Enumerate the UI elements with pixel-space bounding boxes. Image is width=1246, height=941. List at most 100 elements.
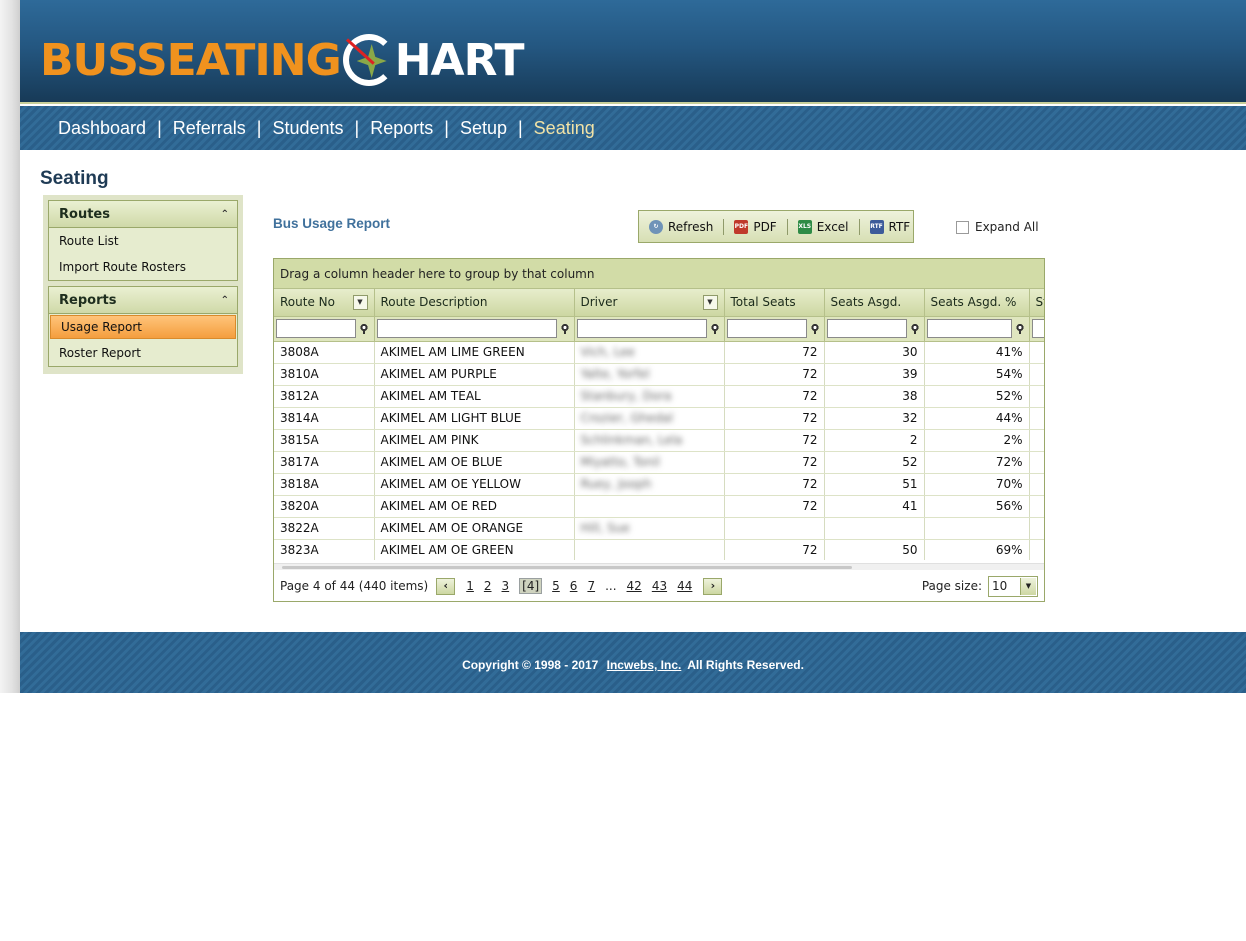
column-header-seats-asgd-pct[interactable]: Seats Asgd. % xyxy=(924,289,1030,317)
cell-st xyxy=(1029,363,1044,386)
cell-driver: Ruey, Jooph xyxy=(574,473,725,496)
nav-setup[interactable]: Setup xyxy=(460,118,507,139)
cell-total-seats: 72 xyxy=(724,495,825,518)
cell-st xyxy=(1029,495,1044,518)
pdf-button[interactable]: PDF PDF xyxy=(734,219,777,234)
chevron-down-icon[interactable]: ▼ xyxy=(1020,577,1036,595)
sidebar-item-import-route-rosters[interactable]: Import Route Rosters xyxy=(49,254,237,280)
cell-seats-asgd: 41 xyxy=(824,495,925,518)
excel-button[interactable]: XLS Excel xyxy=(797,219,849,234)
filter-icon[interactable] xyxy=(810,323,819,334)
cell-seats-asgd: 39 xyxy=(824,363,925,386)
sidebar-item-route-list[interactable]: Route List xyxy=(49,228,237,254)
prev-page-button[interactable]: ‹ xyxy=(436,577,456,595)
driver-name: Stanbury, Dora xyxy=(580,389,672,403)
page-link[interactable]: 2 xyxy=(484,579,492,593)
cell-driver: Miyatto, Tonil xyxy=(574,451,725,474)
cell-route-description: AKIMEL AM OE RED xyxy=(374,495,575,518)
filter-input-st[interactable] xyxy=(1031,319,1044,338)
cell-seats-asgd-pct: 70% xyxy=(924,473,1030,496)
column-label: Seats Asgd. % xyxy=(930,295,1017,310)
filter-icon[interactable] xyxy=(560,323,569,334)
driver-name: Schlinkman, Lela xyxy=(580,433,683,447)
column-header-seats-asgd[interactable]: Seats Asgd. xyxy=(824,289,925,317)
filter-input-route-description[interactable] xyxy=(376,319,557,338)
column-header-total-seats[interactable]: Total Seats xyxy=(724,289,825,317)
page-link[interactable]: 5 xyxy=(552,579,560,593)
footer-rights: All Rights Reserved. xyxy=(687,658,804,672)
filter-menu-icon[interactable]: ▼ xyxy=(702,295,718,310)
sidebar-item-roster-report[interactable]: Roster Report xyxy=(49,340,237,366)
table-row[interactable]: 3815A AKIMEL AM PINK Schlinkman, Lela 72 2 2% xyxy=(274,429,1044,452)
collapse-icon[interactable]: ⌃ xyxy=(221,295,229,306)
nav-separator: | xyxy=(354,117,360,138)
nav-reports[interactable]: Reports xyxy=(370,118,433,139)
page-link[interactable]: 1 xyxy=(466,579,474,593)
cell-seats-asgd: 38 xyxy=(824,385,925,408)
group-by-panel[interactable]: Drag a column header here to group by th… xyxy=(274,259,1044,289)
footer-company-link[interactable]: Incwebs, Inc. xyxy=(607,658,682,672)
reports-panel-header[interactable]: Reports ⌃ xyxy=(49,287,237,314)
table-row[interactable]: 3817A AKIMEL AM OE BLUE Miyatto, Tonil 72 52… xyxy=(274,451,1044,474)
expand-all-toggle[interactable]: Expand All xyxy=(956,220,1039,234)
next-page-button[interactable]: › xyxy=(703,577,723,595)
page-link[interactable]: 6 xyxy=(570,579,578,593)
nav-separator: | xyxy=(517,117,523,138)
cell-seats-asgd-pct: 52% xyxy=(924,385,1030,408)
footer-copyright: Copyright © 1998 - 2017 xyxy=(462,658,599,672)
column-header-st[interactable]: St xyxy=(1029,289,1044,317)
page-link[interactable]: 42 xyxy=(627,579,642,593)
sidebar-item-usage-report[interactable]: Usage Report xyxy=(50,315,236,339)
filter-input-route-no[interactable] xyxy=(276,319,356,338)
refresh-button[interactable]: ↻ Refresh xyxy=(649,219,714,234)
reports-panel-title: Reports xyxy=(59,292,117,308)
column-header-route-no[interactable]: Route No ▼ xyxy=(274,289,375,317)
table-row[interactable]: 3814A AKIMEL AM LIGHT BLUE Crozier, Ghedal… xyxy=(274,407,1044,430)
routes-panel-header[interactable]: Routes ⌃ xyxy=(49,201,237,228)
page-ellipsis[interactable]: ... xyxy=(605,579,616,593)
scrollbar-thumb[interactable] xyxy=(282,566,852,569)
collapse-icon[interactable]: ⌃ xyxy=(221,209,229,220)
filter-icon[interactable] xyxy=(1015,323,1024,334)
table-row[interactable]: 3810A AKIMEL AM PURPLE Yalte, Yorfel 72 39 54… xyxy=(274,363,1044,386)
page-link[interactable]: 3 xyxy=(502,579,510,593)
filter-input-driver[interactable] xyxy=(576,319,707,338)
nav-students[interactable]: Students xyxy=(272,118,343,139)
cell-total-seats: 72 xyxy=(724,473,825,496)
cell-st xyxy=(1029,429,1044,452)
column-header-route-description[interactable]: Route Description xyxy=(374,289,575,317)
driver-name: Crozier, Ghedal xyxy=(580,411,674,425)
page-size-select[interactable]: 10 ▼ xyxy=(988,575,1038,597)
horizontal-scrollbar[interactable] xyxy=(274,563,1044,570)
table-row[interactable]: 3818A AKIMEL AM OE YELLOW Ruey, Jooph 72 51 7… xyxy=(274,473,1044,496)
cell-st xyxy=(1029,407,1044,430)
table-row[interactable]: 3823A AKIMEL AM OE GREEN 72 50 69% xyxy=(274,539,1044,560)
filter-icon[interactable] xyxy=(360,323,368,334)
filter-icon[interactable] xyxy=(710,323,719,334)
nav-seating[interactable]: Seating xyxy=(534,118,595,139)
driver-name: Miyatto, Tonil xyxy=(580,455,660,469)
page-link[interactable]: 44 xyxy=(677,579,692,593)
table-row[interactable]: 3808A AKIMEL AM LIME GREEN Vich, Lee 72 30 41… xyxy=(274,341,1044,364)
rtf-button[interactable]: RTF RTF xyxy=(869,219,910,234)
filter-menu-icon[interactable]: ▼ xyxy=(352,295,368,310)
page-link[interactable]: 43 xyxy=(652,579,667,593)
column-header-driver[interactable]: Driver ▼ xyxy=(574,289,725,317)
filter-input-seats-asgd[interactable] xyxy=(826,319,907,338)
page-link[interactable]: 7 xyxy=(587,579,595,593)
nav-dashboard[interactable]: Dashboard xyxy=(58,118,146,139)
nav-referrals[interactable]: Referrals xyxy=(173,118,246,139)
cell-route-no: 3810A xyxy=(274,363,375,386)
filter-icon[interactable] xyxy=(910,323,919,334)
app-logo[interactable]: BUSSEATING HART xyxy=(40,28,524,92)
filter-input-seats-asgd-pct[interactable] xyxy=(926,319,1012,338)
cell-route-no: 3823A xyxy=(274,539,375,560)
table-row[interactable]: 3820A AKIMEL AM OE RED 72 41 56% xyxy=(274,495,1044,518)
table-row[interactable]: 3812A AKIMEL AM TEAL Stanbury, Dora 72 38 52% xyxy=(274,385,1044,408)
expand-all-checkbox[interactable] xyxy=(956,220,969,234)
driver-name: Ruey, Jooph xyxy=(580,477,652,491)
refresh-label: Refresh xyxy=(668,219,714,234)
filter-input-total-seats[interactable] xyxy=(726,319,807,338)
table-row[interactable]: 3822A AKIMEL AM OE ORANGE Hill, Sue xyxy=(274,517,1044,540)
routes-panel-title: Routes xyxy=(59,206,110,222)
